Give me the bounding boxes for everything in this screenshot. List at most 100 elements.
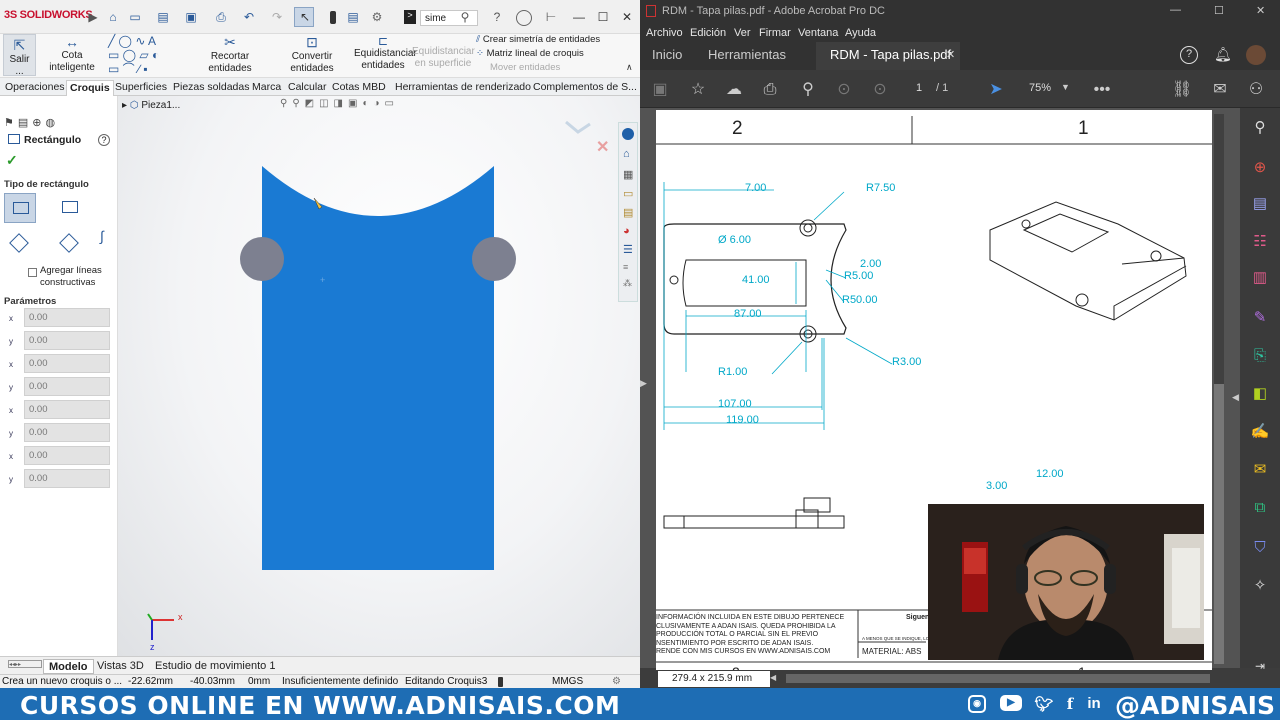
param-y1-field[interactable]: 0.00 — [24, 331, 110, 350]
cloud-upload-icon[interactable]: ☁ — [724, 80, 744, 100]
collapse-ribbon-icon[interactable]: ∧ — [626, 62, 633, 73]
select-cursor-icon[interactable]: ➤ — [986, 80, 1006, 100]
more-tools-icon[interactable]: ✧ — [1250, 576, 1270, 596]
graphics-area[interactable]: ▸ ⬡ Pieza1... ⚲⚲◩◫◨▣◐◑▭ + ✕ x z ⌂ ▦ ▭ ▤ — [118, 96, 640, 656]
maximize-icon[interactable]: ☐ — [1214, 4, 1224, 17]
save-icon[interactable]: ▣ — [650, 80, 670, 100]
zoom-dropdown-icon[interactable]: ▼ — [1061, 82, 1070, 92]
tab-calcular[interactable]: Calcular — [285, 80, 330, 96]
instagram-icon[interactable]: ◉ — [968, 695, 986, 713]
home-icon[interactable]: ⌂ — [623, 148, 633, 160]
help-icon[interactable]: ? — [1180, 46, 1198, 64]
linkedin-icon[interactable]: in — [1084, 695, 1104, 713]
menu-ver[interactable]: Ver — [734, 27, 751, 39]
document-tab[interactable]: RDM - Tapa pilas.pdf ✕ — [816, 42, 960, 70]
tab-vistas-3d[interactable]: Vistas 3D — [92, 659, 149, 674]
tab-estudio-movimiento[interactable]: Estudio de movimiento 1 — [150, 659, 280, 674]
trim-entities-button[interactable]: ✂ Recortar entidades — [190, 34, 270, 76]
tab-complementos[interactable]: Complementos de S... — [530, 80, 640, 96]
center-rectangle-button[interactable] — [54, 193, 84, 223]
page-down-icon[interactable]: ⊙ — [870, 80, 890, 100]
undo-icon[interactable]: ↶ — [242, 10, 256, 24]
tab-piezas-soldadas[interactable]: Piezas soldadas — [170, 80, 252, 96]
home-icon[interactable]: ⌂ — [106, 10, 120, 24]
param-x4-field[interactable]: 0.00 — [24, 446, 110, 465]
facebook-icon[interactable]: f — [1060, 695, 1080, 713]
menu-ventana[interactable]: Ventana — [798, 27, 838, 39]
vertical-scrollbar[interactable] — [1214, 114, 1224, 664]
param-y3-field[interactable]: 0.00 — [24, 423, 110, 442]
appearance-icon[interactable]: ◕ — [623, 225, 633, 237]
add-user-icon[interactable]: ⚇ — [1246, 80, 1266, 100]
twitter-icon[interactable]: 🐦︎ — [1034, 695, 1054, 713]
ok-check-icon[interactable]: ✓ — [6, 152, 18, 169]
create-pdf-icon[interactable]: ⊕ — [1250, 158, 1270, 178]
fill-sign-icon[interactable]: ✍ — [1250, 422, 1270, 442]
properties-icon[interactable]: ☰ — [623, 243, 633, 256]
minimize-icon[interactable]: — — [1170, 4, 1181, 16]
boss-circle-left[interactable] — [240, 237, 284, 281]
options-icon[interactable]: ▤ — [346, 10, 360, 24]
user-icon[interactable] — [516, 10, 532, 26]
combine-files-icon[interactable]: ▤ — [1250, 194, 1270, 214]
sketch-tools-grid[interactable]: ╱ ◯ ∿ A ▭ ◯ ▱ ◐ ▭ ⌒ ∕ ▪ — [108, 34, 188, 76]
avatar[interactable] — [1246, 45, 1266, 65]
library-icon[interactable]: ▦ — [623, 168, 633, 181]
pin-icon[interactable]: ⊢ — [544, 10, 558, 24]
param-y2-field[interactable]: 0.00 — [24, 377, 110, 396]
part-face[interactable] — [262, 166, 494, 570]
settings-icon[interactable]: ⚙ — [612, 676, 621, 687]
close-icon[interactable]: ✕ — [620, 10, 634, 24]
export-pdf-icon[interactable]: ▥ — [1250, 268, 1270, 288]
tab-modelo[interactable]: Modelo — [43, 659, 94, 674]
close-tab-icon[interactable]: ✕ — [946, 48, 955, 61]
globe-icon[interactable] — [622, 128, 634, 140]
collapse-pane-icon[interactable]: ◀ — [1232, 392, 1239, 403]
zoom-icon[interactable]: ⚲ — [1250, 118, 1270, 138]
rebuild-icon[interactable] — [498, 677, 503, 687]
task-icon[interactable]: ⁂ — [623, 278, 633, 289]
offset-surface-button[interactable]: Equidistanciar en superficie — [412, 46, 475, 76]
command-icon[interactable]: > — [404, 10, 416, 24]
corner-rectangle-button[interactable] — [4, 193, 36, 223]
menu-firmar[interactable]: Firmar — [759, 27, 791, 39]
print-icon[interactable]: ⎙ — [214, 10, 228, 24]
email-icon[interactable]: ✉ — [1210, 80, 1230, 100]
youtube-icon[interactable]: ▶ — [1000, 695, 1022, 711]
scan-icon[interactable]: ⎘ — [1250, 346, 1270, 366]
menu-archivo[interactable]: Archivo — [646, 27, 683, 39]
tab-marca[interactable]: Marca — [249, 80, 284, 96]
search-icon[interactable]: ⚲ — [458, 10, 472, 24]
tab-cotas-mbd[interactable]: Cotas MBD — [329, 80, 389, 96]
tab-inicio[interactable]: Inicio — [652, 47, 682, 62]
exit-sketch-button[interactable]: ⇱ Salir ... — [3, 34, 36, 77]
smart-dimension-button[interactable]: ↔ Cota inteligente — [38, 34, 106, 76]
menu-edicion[interactable]: Edición — [690, 27, 726, 39]
organize-pages-icon[interactable]: ☷ — [1250, 232, 1270, 252]
sketch-canvas[interactable]: + ✕ x z — [118, 96, 640, 656]
edit-pdf-icon[interactable]: ✎ — [1250, 308, 1270, 328]
left-panel-toggle-icon[interactable]: ▶ — [640, 378, 650, 389]
tab-operaciones[interactable]: Operaciones — [2, 80, 68, 96]
linear-pattern-button[interactable]: ⁘ Matriz lineal de croquis — [476, 48, 584, 59]
save-icon[interactable]: ▣ — [184, 10, 198, 24]
cancel-corner-icon[interactable]: ✕ — [596, 139, 609, 156]
compare-icon[interactable]: ⧉ — [1250, 498, 1270, 518]
page-up-icon[interactable]: ⊙ — [834, 80, 854, 100]
param-y4-field[interactable]: 0.00 — [24, 469, 110, 488]
print-icon[interactable]: ⎙ — [760, 80, 780, 100]
move-entities-button[interactable]: Mover entidades — [490, 62, 560, 73]
gear-icon[interactable]: ⚙ — [370, 10, 384, 24]
mirror-entities-button[interactable]: ⫽ Crear simetría de entidades — [476, 34, 600, 45]
zoom-level[interactable]: 75% — [1029, 82, 1051, 94]
page-current[interactable]: 1 — [916, 82, 922, 94]
close-icon[interactable]: ✕ — [1256, 4, 1265, 17]
task-icon[interactable]: ≡ — [623, 262, 633, 272]
comment-icon[interactable]: ✉ — [1250, 460, 1270, 480]
manager-tabs-icons[interactable]: ⚑▤⊕◍ — [4, 116, 110, 130]
star-icon[interactable]: ☆ — [688, 80, 708, 100]
confirm-corner-icon[interactable] — [565, 120, 591, 134]
tab-herramientas-renderizado[interactable]: Herramientas de renderizado — [392, 80, 534, 96]
link-icon[interactable]: ⛓ — [1172, 80, 1192, 100]
scroll-left-icon[interactable]: ◀ — [770, 673, 776, 682]
